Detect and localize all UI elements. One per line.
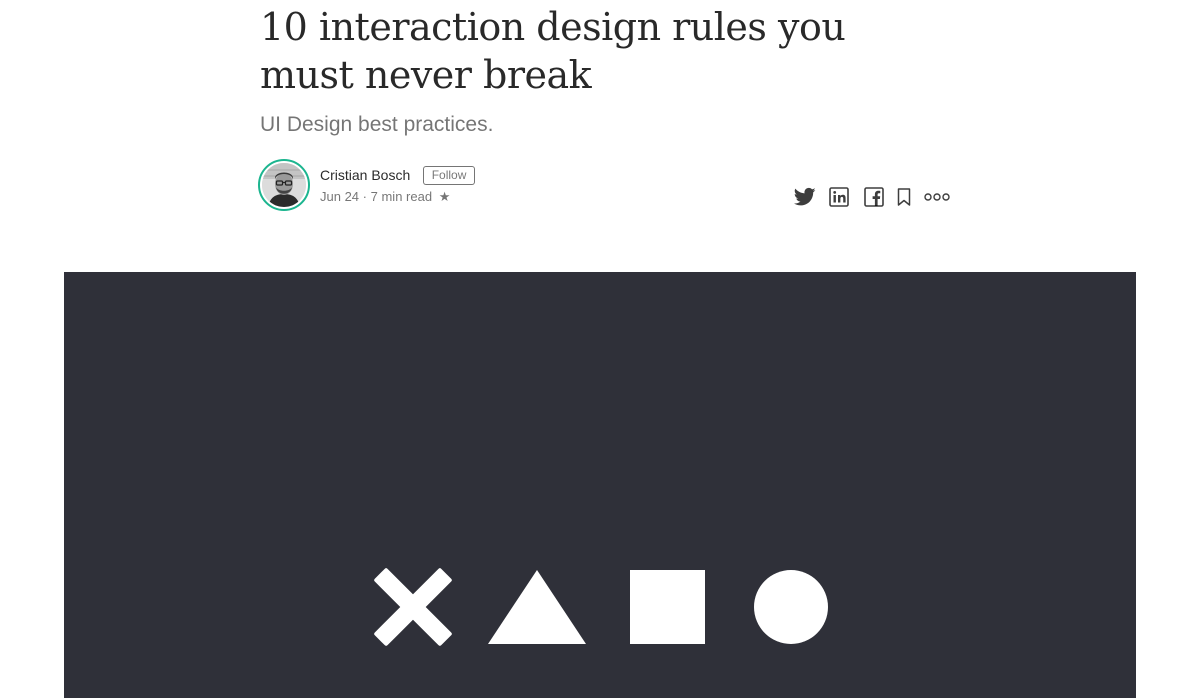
byline: Cristian Bosch Follow Jun 24 · 7 min rea… <box>258 159 950 217</box>
linkedin-icon[interactable] <box>828 185 850 209</box>
hero-shapes <box>374 568 828 646</box>
square-shape <box>630 570 705 644</box>
twitter-icon[interactable] <box>793 185 817 209</box>
author-avatar[interactable] <box>258 159 310 211</box>
publish-date[interactable]: Jun 24 <box>320 189 359 204</box>
avatar-photo <box>262 163 306 207</box>
cross-shape <box>374 568 452 646</box>
bookmark-icon[interactable] <box>896 185 912 209</box>
follow-button[interactable]: Follow <box>422 166 476 185</box>
author-name[interactable]: Cristian Bosch <box>320 167 410 183</box>
article-title: 10 interaction design rules you must nev… <box>260 5 846 97</box>
author-line: Cristian Bosch Follow <box>320 165 476 185</box>
article-subtitle: UI Design best practices. <box>260 113 494 136</box>
triangle-shape <box>488 570 586 644</box>
meta-separator: · <box>362 189 368 204</box>
post-meta: Jun 24 · 7 min read ★ <box>320 188 450 206</box>
facebook-icon[interactable] <box>863 185 885 209</box>
read-time: 7 min read <box>370 189 433 204</box>
circle-shape <box>754 570 828 644</box>
more-icon[interactable] <box>924 185 950 209</box>
share-actions <box>793 185 950 209</box>
hero-image[interactable] <box>64 272 1136 698</box>
member-star-icon: ★ <box>438 189 451 204</box>
